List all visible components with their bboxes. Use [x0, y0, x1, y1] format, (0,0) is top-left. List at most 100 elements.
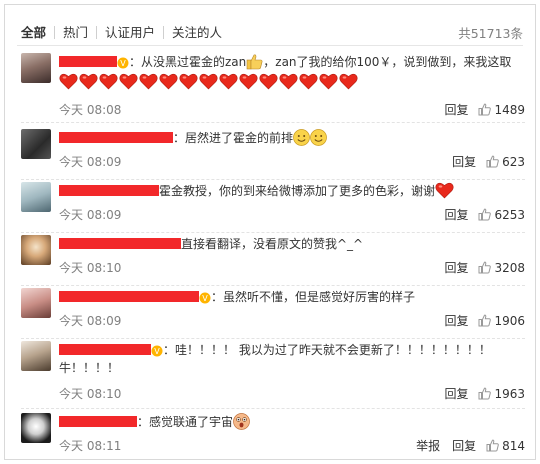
like-button[interactable]: 1906 [478, 314, 525, 328]
avatar[interactable] [21, 288, 51, 318]
tab-hot[interactable]: 热门 [54, 25, 96, 39]
reply-button[interactable]: 回复 [452, 153, 476, 170]
like-count: 6253 [494, 207, 525, 222]
like-button[interactable]: 1963 [478, 387, 525, 401]
smile-emoji-icon [293, 129, 310, 146]
comment-total: 共51713条 [458, 25, 523, 41]
heart-emoji-icon [319, 73, 338, 90]
reply-button[interactable]: 回复 [444, 385, 468, 402]
like-button[interactable]: 623 [486, 155, 525, 169]
timestamp: 今天 08:11 [59, 439, 122, 453]
like-button[interactable]: 6253 [478, 208, 525, 222]
avatar[interactable] [21, 129, 51, 159]
thumbs-up-icon [478, 261, 492, 274]
divider [21, 232, 525, 233]
like-button[interactable]: 3208 [478, 261, 525, 275]
heart-emoji-icon [79, 73, 98, 90]
thumbs-up-icon [478, 387, 492, 400]
filter-tabs: 全部 热门 认证用户 关注的人 共51713条 [17, 20, 523, 44]
divider [17, 45, 523, 46]
smile-emoji-icon [310, 129, 327, 146]
heart-emoji-icon [99, 73, 118, 90]
comment-panel: 全部 热门 认证用户 关注的人 共51713条 V ：从没黑过霍金的zan ，zan… [4, 4, 536, 460]
thumbs-up-icon [486, 439, 499, 452]
thumbs-up-icon [486, 155, 499, 168]
reply-button[interactable]: 回复 [444, 259, 468, 276]
divider [21, 179, 525, 180]
tab-all[interactable]: 全部 [17, 26, 54, 39]
comment-text: V ：哇！！！！ 我以为过了昨天就不会更新了！！！！！！！！ 牛！！！！ [59, 341, 525, 377]
surprised-emoji-icon [233, 413, 250, 430]
thumbs-up-icon [478, 314, 492, 327]
comment-meta: 今天 08:09 回复 623 [59, 153, 525, 170]
report-button[interactable]: 举报 [416, 437, 440, 454]
comment-item: ：感觉联通了宇宙 今天 08:11 举报 回复 814 [21, 413, 525, 459]
redacted-username[interactable] [59, 344, 151, 355]
comment-meta: 今天 08:10 回复 3208 [59, 259, 525, 276]
avatar[interactable] [21, 182, 51, 212]
comment-meta: 今天 08:09 回复 1906 [59, 312, 525, 329]
comment-body: 霍金教授，你的到来给微博添加了更多的色彩，谢谢 [159, 184, 436, 198]
heart-emoji-icon [159, 73, 178, 90]
avatar[interactable] [21, 53, 51, 83]
thumbs-up-emoji-icon [246, 54, 263, 70]
reply-button[interactable]: 回复 [444, 206, 468, 223]
like-count: 814 [502, 438, 525, 453]
like-button[interactable]: 814 [486, 439, 525, 453]
like-button[interactable]: 1489 [478, 103, 525, 117]
vip-badge-icon: V [117, 57, 129, 69]
comment-item: ：居然进了霍金的前排 今天 08:09 回复 623 [21, 129, 525, 180]
like-count: 1906 [494, 313, 525, 328]
reply-button[interactable]: 回复 [444, 312, 468, 329]
timestamp: 今天 08:09 [59, 314, 122, 328]
heart-emoji-icon [199, 73, 218, 90]
comment-text: 直接看翻译，没看原文的赞我^_^ [59, 235, 525, 253]
avatar[interactable] [21, 235, 51, 265]
heart-emoji-icon [435, 182, 454, 199]
like-count: 623 [502, 154, 525, 169]
comment-body-cont: ，zan了我的给你100￥，说到做到，来我这取 [263, 55, 512, 69]
like-count: 1489 [494, 102, 525, 117]
avatar[interactable] [21, 341, 51, 371]
heart-emoji-icon [299, 73, 318, 90]
reply-button[interactable]: 回复 [452, 437, 476, 454]
comment-text: V ：从没黑过霍金的zan ，zan了我的给你100￥，说到做到，来我这取 [59, 53, 525, 71]
heart-emoji-icon [279, 73, 298, 90]
divider [21, 408, 525, 409]
tab-verified[interactable]: 认证用户 [96, 25, 163, 39]
redacted-username[interactable] [59, 416, 137, 427]
heart-emoji-icon [119, 73, 138, 90]
timestamp: 今天 08:08 [59, 103, 122, 117]
heart-emoji-icon [179, 73, 198, 90]
reply-button[interactable]: 回复 [444, 101, 468, 118]
comment-body-line2: 牛！！！！ [59, 361, 120, 375]
tab-following[interactable]: 关注的人 [163, 25, 230, 39]
comment-meta: 今天 08:10 回复 1963 [59, 385, 525, 402]
divider [21, 338, 525, 339]
comment-item: V ：哇！！！！ 我以为过了昨天就不会更新了！！！！！！！！ 牛！！！！ 今天 0… [21, 341, 525, 409]
comment-body: ：居然进了霍金的前排 [173, 131, 294, 145]
svg-text:V: V [202, 294, 208, 303]
divider [21, 122, 525, 123]
heart-emoji-row [59, 73, 525, 91]
comment-item: 霍金教授，你的到来给微博添加了更多的色彩，谢谢 今天 08:09 回复 6253 [21, 182, 525, 233]
comment-text: ：感觉联通了宇宙 [59, 413, 525, 431]
svg-text:V: V [154, 347, 160, 356]
heart-emoji-icon [339, 73, 358, 90]
vip-badge-icon: V [199, 292, 211, 304]
heart-emoji-icon [219, 73, 238, 90]
comment-body: ：从没黑过霍金的zan [129, 55, 247, 69]
redacted-username[interactable] [59, 132, 173, 143]
redacted-username[interactable] [59, 238, 181, 249]
comment-item: 直接看翻译，没看原文的赞我^_^ 今天 08:10 回复 3208 [21, 235, 525, 286]
redacted-username[interactable] [59, 291, 199, 302]
redacted-username[interactable] [59, 56, 117, 67]
comment-meta: 今天 08:09 回复 6253 [59, 206, 525, 223]
timestamp: 今天 08:10 [59, 387, 122, 401]
timestamp: 今天 08:09 [59, 208, 122, 222]
avatar[interactable] [21, 413, 51, 443]
comment-text: ：居然进了霍金的前排 [59, 129, 525, 147]
redacted-username[interactable] [59, 185, 159, 196]
heart-emoji-icon [259, 73, 278, 90]
like-count: 1963 [494, 386, 525, 401]
